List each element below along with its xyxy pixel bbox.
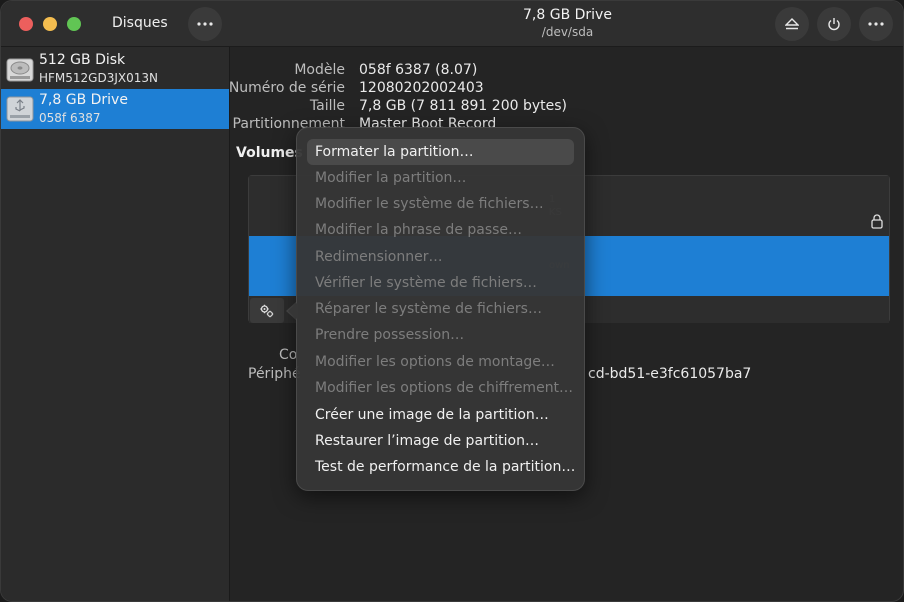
- model-value: 058f 6387 (8.07): [359, 62, 478, 78]
- menu-item-edit-partition: Modifier la partition…: [315, 170, 467, 186]
- menu-item-change-passphrase: Modifier la phrase de passe…: [315, 222, 523, 238]
- menu-item-create-image[interactable]: Créer une image de la partition…: [307, 402, 574, 428]
- menu-item-restore-image[interactable]: Restaurer l’image de partition…: [307, 428, 574, 454]
- gears-icon: [260, 304, 274, 317]
- lock-icon: [871, 214, 883, 229]
- menu-item-encryption-options: Modifier les options de chiffrement…: [315, 380, 574, 396]
- disk-serial: 058f 6387: [39, 111, 101, 125]
- sidebar: Disques 512 GB Disk HFM512GD3JX013N 7,8 …: [1, 1, 230, 601]
- partition-options-button[interactable]: [250, 298, 284, 323]
- menu-item-take-ownership: Prendre possession…: [315, 327, 465, 343]
- eject-button[interactable]: [775, 7, 809, 41]
- menu-item-repair-filesystem: Réparer le système de fichiers…: [315, 301, 542, 317]
- usb-drive-icon: [6, 96, 34, 122]
- menu-item-resize: Redimensionner…: [315, 249, 443, 265]
- maximize-window-button[interactable]: [67, 17, 81, 31]
- menu-item-mount-options: Modifier les options de montage…: [315, 354, 555, 370]
- app-menu-button[interactable]: [188, 7, 222, 41]
- disks-window: Disques 512 GB Disk HFM512GD3JX013N 7,8 …: [0, 0, 904, 602]
- disk-item-7-8gb[interactable]: 7,8 GB Drive 058f 6387: [1, 89, 229, 129]
- eject-icon: [785, 18, 799, 30]
- menu-item-format-partition[interactable]: Formater la partition…: [307, 139, 574, 165]
- disk-serial: HFM512GD3JX013N: [39, 71, 158, 85]
- size-label: Taille: [309, 98, 345, 114]
- serial-value: 12080202002403: [359, 80, 484, 96]
- model-label: Modèle: [294, 62, 345, 78]
- menu-item-edit-filesystem: Modifier le système de fichiers…: [315, 196, 544, 212]
- disk-item-512gb[interactable]: 512 GB Disk HFM512GD3JX013N: [1, 49, 229, 89]
- volumes-title: Volumes: [236, 145, 303, 161]
- size-value: 7,8 GB (7 811 891 200 bytes): [359, 98, 567, 114]
- close-window-button[interactable]: [19, 17, 33, 31]
- more-icon: [197, 22, 213, 26]
- serial-label: Numéro de série: [228, 80, 345, 96]
- power-icon: [828, 18, 840, 31]
- popover-arrow-inner: [288, 302, 298, 320]
- hard-disk-icon: [6, 58, 34, 82]
- power-off-button[interactable]: [817, 7, 851, 41]
- disk-name: 512 GB Disk: [39, 52, 126, 68]
- main-header: 7,8 GB Drive /dev/sda: [230, 1, 903, 47]
- sidebar-title: Disques: [112, 15, 168, 31]
- menu-item-benchmark[interactable]: Test de performance de la partition…: [307, 454, 575, 480]
- disk-name: 7,8 GB Drive: [39, 92, 128, 108]
- drive-menu-button[interactable]: [859, 7, 893, 41]
- partition-options-menu: Formater la partition… Modifier la parti…: [296, 127, 585, 491]
- contents-label-fragment: Co: [279, 347, 298, 363]
- device-label-fragment: Périphé: [248, 366, 301, 382]
- sidebar-header: Disques: [1, 1, 230, 47]
- uuid-value-fragment: cd-bd51-e3fc61057ba7: [588, 366, 752, 382]
- minimize-window-button[interactable]: [43, 17, 57, 31]
- menu-item-check-filesystem: Vérifier le système de fichiers…: [315, 275, 537, 291]
- more-icon: [868, 22, 884, 26]
